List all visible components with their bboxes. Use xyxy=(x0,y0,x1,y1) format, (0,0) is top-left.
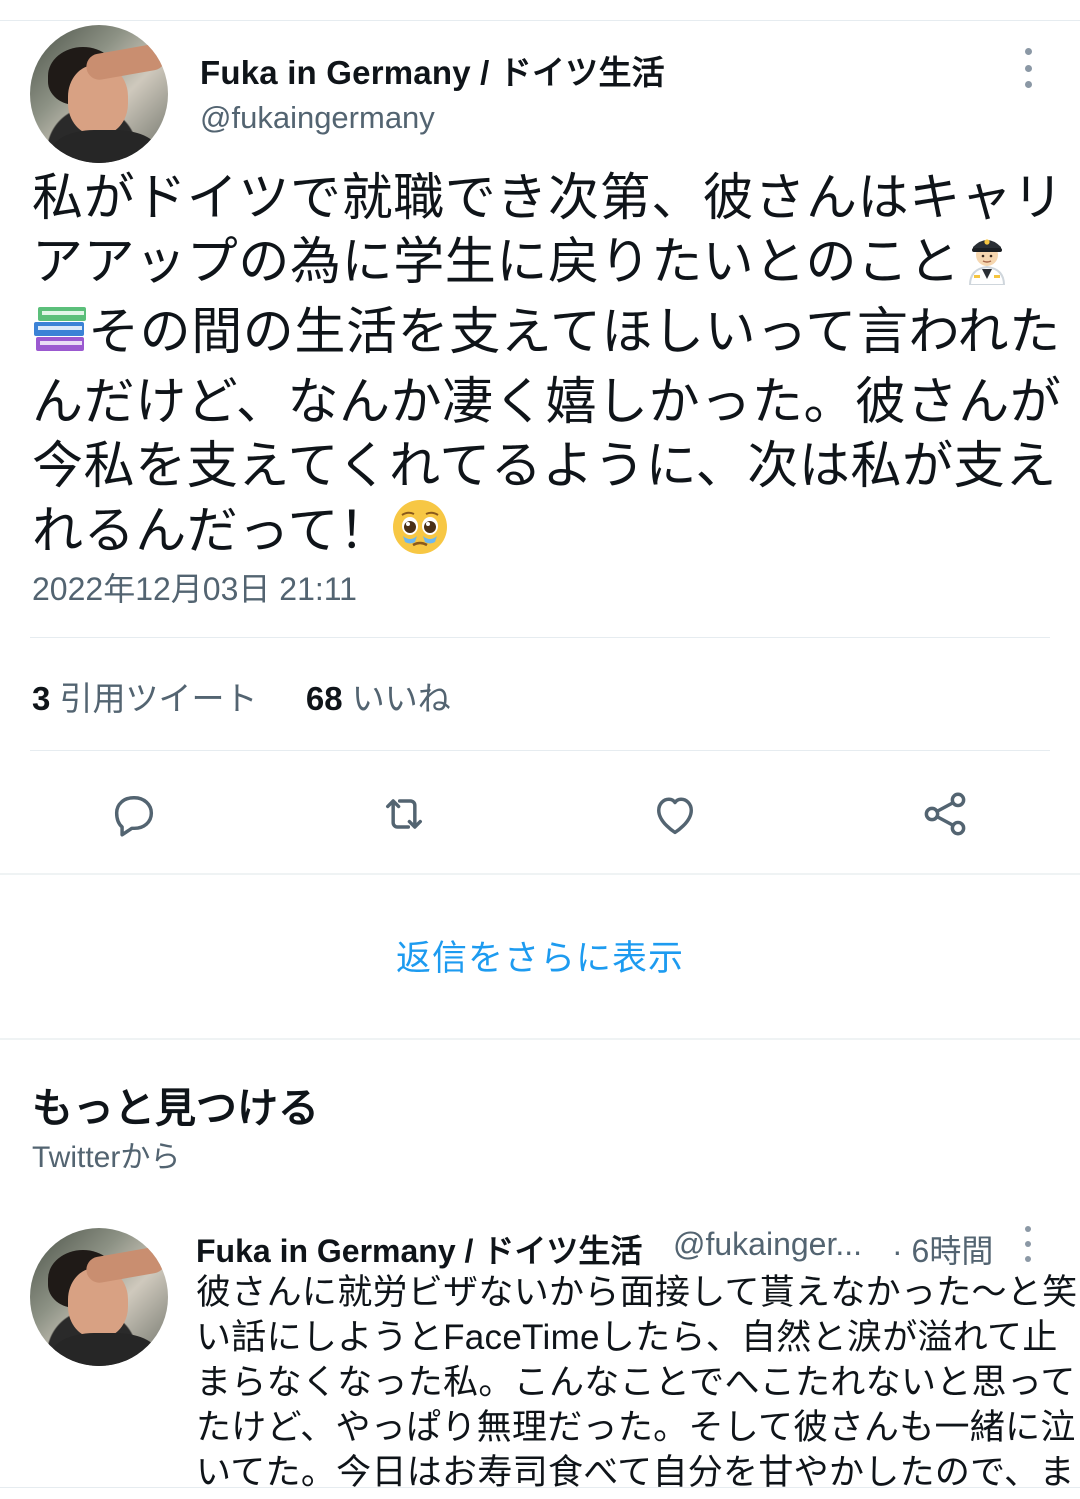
tweet-line: い話にしようとFaceTimeしたら、自然と涙が溢れて止 xyxy=(196,1318,1058,1357)
show-more-replies-link[interactable]: 返信をさらに表示 xyxy=(0,930,1080,981)
books-emoji-icon xyxy=(32,301,88,370)
discover-title: もっと見つける xyxy=(32,1085,319,1131)
pilot-emoji-icon xyxy=(960,231,1014,300)
tweet-stats: 3 引用ツイート 68 いいね xyxy=(32,672,451,720)
author-handle[interactable]: @fukaingermany xyxy=(200,100,435,136)
tweet-line: 彼さんに就労ビザないから面接して貰えなかった〜と笑 xyxy=(196,1273,1078,1312)
recommended-author-handle[interactable]: @fukainger... xyxy=(673,1226,862,1263)
tweet-line: んだけど、なんか凄く嬉しかった。彼さんが xyxy=(32,373,1062,431)
section-divider xyxy=(0,873,1080,875)
tweet-text: 私がドイツで就職でき次第、彼さんはキャリ アアップの為に学生に戻りたいとのこと xyxy=(32,166,1065,571)
recommended-tweet-text[interactable]: 彼さんに就労ビザないから面接して貰えなかった〜と笑 い話にしようとFaceTim… xyxy=(196,1270,1078,1495)
like-icon[interactable] xyxy=(641,780,709,848)
more-options-icon[interactable] xyxy=(1018,1226,1038,1262)
divider xyxy=(30,637,1050,638)
tweet-line: 今私を支えてくれてるように、次は私が支え xyxy=(32,437,1057,495)
recommended-author-name[interactable]: Fuka in Germany / ドイツ生活 xyxy=(196,1226,642,1272)
tweet-line: いてた。今日はお寿司食べて自分を甘やかしたので、ま xyxy=(196,1453,1075,1492)
tweet-line: まらなくなった私。こんなことでへこたれないと思って xyxy=(196,1363,1076,1402)
recommended-tweet-time[interactable]: · 6時間 xyxy=(892,1226,993,1272)
action-bar xyxy=(0,780,1080,848)
author-avatar[interactable] xyxy=(30,25,168,163)
tweet-line: その間の生活を支えてほしいって言われた xyxy=(32,300,1062,370)
tweet-line: 私がドイツで就職でき次第、彼さんはキャリ xyxy=(32,169,1065,226)
tweet-line: たけど、やっぱり無理だった。そして彼さんも一緒に泣 xyxy=(196,1408,1076,1447)
tweet-timestamp[interactable]: 2022年12月03日 21:11 xyxy=(32,564,357,610)
tweet-line: アアップの為に学生に戻りたいとのこと xyxy=(32,230,1062,300)
reply-icon[interactable] xyxy=(100,780,168,848)
bottom-divider xyxy=(0,1487,1080,1488)
tweet-line-text: アアップの為に学生に戻りたいとのこと xyxy=(32,233,961,290)
quote-count[interactable]: 3 引用ツイート xyxy=(32,680,258,717)
top-divider xyxy=(0,20,1080,21)
divider xyxy=(30,750,1050,751)
author-name[interactable]: Fuka in Germany / ドイツ生活 xyxy=(200,46,665,94)
discover-subtitle: Twitterから xyxy=(32,1141,181,1174)
tweet-line: れるんだって！ xyxy=(32,498,1062,571)
retweet-icon[interactable] xyxy=(370,780,438,848)
like-count[interactable]: 68 いいね xyxy=(306,680,451,717)
tweet-line-text: その間の生活を支えてほしいって言われた xyxy=(88,303,1061,361)
pleading-face-emoji-icon xyxy=(391,498,449,571)
section-divider xyxy=(0,1038,1080,1040)
recommended-author-avatar[interactable] xyxy=(30,1228,168,1366)
more-options-icon[interactable] xyxy=(1016,48,1040,88)
share-icon[interactable] xyxy=(911,780,979,848)
tweet-line-text: れるんだって！ xyxy=(32,502,391,560)
